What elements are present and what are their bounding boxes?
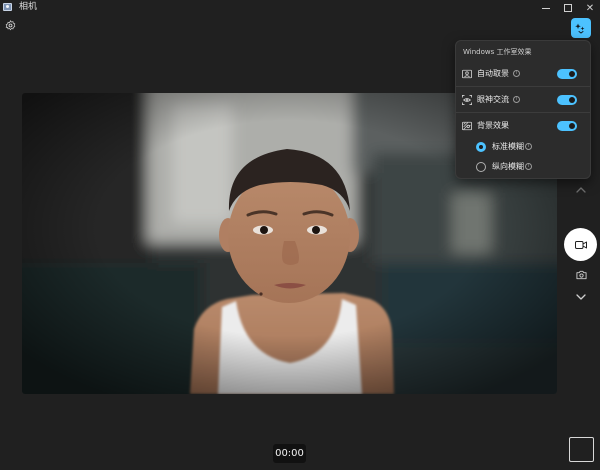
eye-contact-row[interactable]: 眼神交流 i	[456, 89, 590, 111]
auto-framing-row[interactable]: 自动取景 i	[456, 63, 590, 85]
standard-blur-option[interactable]: 标准模糊 i	[456, 137, 590, 157]
auto-framing-toggle[interactable]	[557, 69, 577, 79]
standard-blur-label: 标准模糊	[492, 142, 524, 151]
studio-effects-icon	[575, 23, 585, 34]
close-icon: ✕	[585, 2, 595, 14]
minimize-button[interactable]	[535, 0, 557, 16]
camera-icon	[575, 270, 587, 280]
chevron-down-icon[interactable]	[574, 291, 588, 303]
info-icon[interactable]: i	[525, 163, 532, 170]
eye-contact-icon	[462, 95, 472, 105]
photo-mode-button[interactable]	[573, 267, 589, 283]
chevron-up-icon[interactable]	[574, 184, 588, 196]
window-title: 相机	[19, 2, 38, 12]
info-icon[interactable]: i	[513, 96, 520, 103]
close-button[interactable]: ✕	[579, 0, 600, 16]
auto-framing-icon	[462, 69, 472, 79]
flyout-title: Windows 工作室效果	[463, 48, 532, 56]
settings-icon	[5, 19, 15, 30]
last-capture-thumbnail[interactable]	[569, 437, 594, 462]
info-icon[interactable]: i	[525, 143, 532, 150]
maximize-button[interactable]	[557, 0, 579, 16]
camera-app-icon	[3, 3, 12, 11]
maximize-icon	[564, 4, 572, 12]
portrait-blur-radio[interactable]	[476, 162, 486, 172]
auto-framing-label: 自动取景	[477, 69, 509, 78]
portrait-blur-option[interactable]: 纵向模糊 i	[456, 157, 590, 177]
studio-effects-flyout: Windows 工作室效果 自动取景 i 眼神交流 i 背景效果 标准模糊 i …	[455, 40, 591, 179]
eye-contact-label: 眼神交流	[477, 95, 509, 104]
background-effects-label: 背景效果	[477, 121, 509, 130]
settings-button[interactable]	[3, 18, 17, 32]
portrait-blur-label: 纵向模糊	[492, 162, 524, 171]
eye-contact-toggle[interactable]	[557, 95, 577, 105]
title-bar: 相机 ✕	[0, 0, 600, 16]
divider	[456, 112, 590, 113]
capture-video-button[interactable]	[564, 228, 597, 261]
info-icon[interactable]: i	[513, 70, 520, 77]
video-camera-icon	[574, 240, 587, 249]
standard-blur-radio[interactable]	[476, 142, 486, 152]
recording-timer: 00:00	[273, 444, 306, 463]
minimize-icon	[542, 7, 550, 9]
studio-effects-button[interactable]	[571, 18, 591, 38]
background-effects-row[interactable]: 背景效果	[456, 115, 590, 137]
background-effects-icon	[462, 121, 472, 131]
divider	[456, 86, 590, 87]
background-effects-toggle[interactable]	[557, 121, 577, 131]
